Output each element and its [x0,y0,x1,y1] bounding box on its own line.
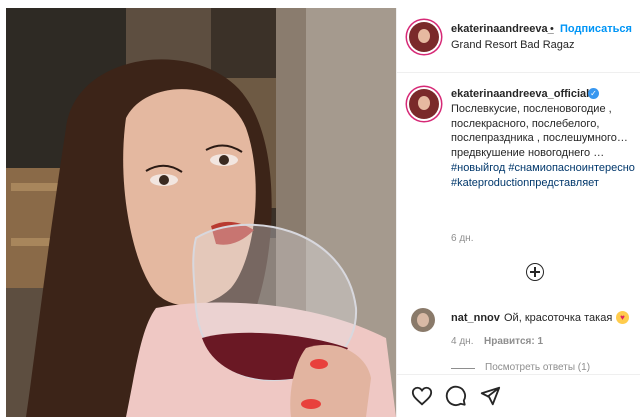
replies-divider [451,368,475,369]
post-photo[interactable] [6,8,396,417]
comment-likes[interactable]: Нравится: 1 [484,336,543,347]
heart-icon[interactable] [411,385,433,407]
heart-eyes-emoji-icon: ♥ [616,311,629,324]
caption-body: Послевкусие, посленовогодие , послекрасн… [451,103,628,160]
caption-avatar[interactable] [409,89,439,119]
hashtag-link[interactable]: #снамиопасноинтересно [508,162,635,174]
photo-illustration [6,8,396,417]
post-side-panel: ekaterinaandreeva_ • Подписаться Grand R… [396,8,640,418]
post-modal: ekaterinaandreeva_ • Подписаться Grand R… [0,0,640,418]
author-avatar[interactable] [409,22,439,52]
comment-age[interactable]: 4 дн. [451,336,473,347]
comment-icon[interactable] [445,385,467,407]
verified-badge-icon: ✓ [588,88,599,99]
author-username[interactable]: ekaterinaandreeva_ [451,23,554,35]
separator-dot: • [550,23,554,35]
caption-text: Послевкусие, посленовогодие , послекрасн… [451,102,637,190]
caption-username[interactable]: ekaterinaandreeva_official [451,88,589,100]
post-header: ekaterinaandreeva_ • Подписаться Grand R… [397,8,640,73]
comment-avatar[interactable] [411,308,435,332]
hashtag-link[interactable]: #kateproductionпредставляет [451,177,599,189]
share-icon[interactable] [479,385,501,407]
plus-circle-icon[interactable] [526,263,544,281]
post-location[interactable]: Grand Resort Bad Ragaz [451,39,575,51]
view-replies-link[interactable]: Посмотреть ответы (1) [485,362,590,373]
hashtag-link[interactable]: #новыйгод [451,162,505,174]
action-bar [397,374,640,418]
follow-button[interactable]: Подписаться [560,23,632,35]
comment-username[interactable]: nat_nnov [451,312,500,324]
comment-text: Ой, красоточка такая [504,312,613,324]
caption-age[interactable]: 6 дн. [451,233,473,244]
